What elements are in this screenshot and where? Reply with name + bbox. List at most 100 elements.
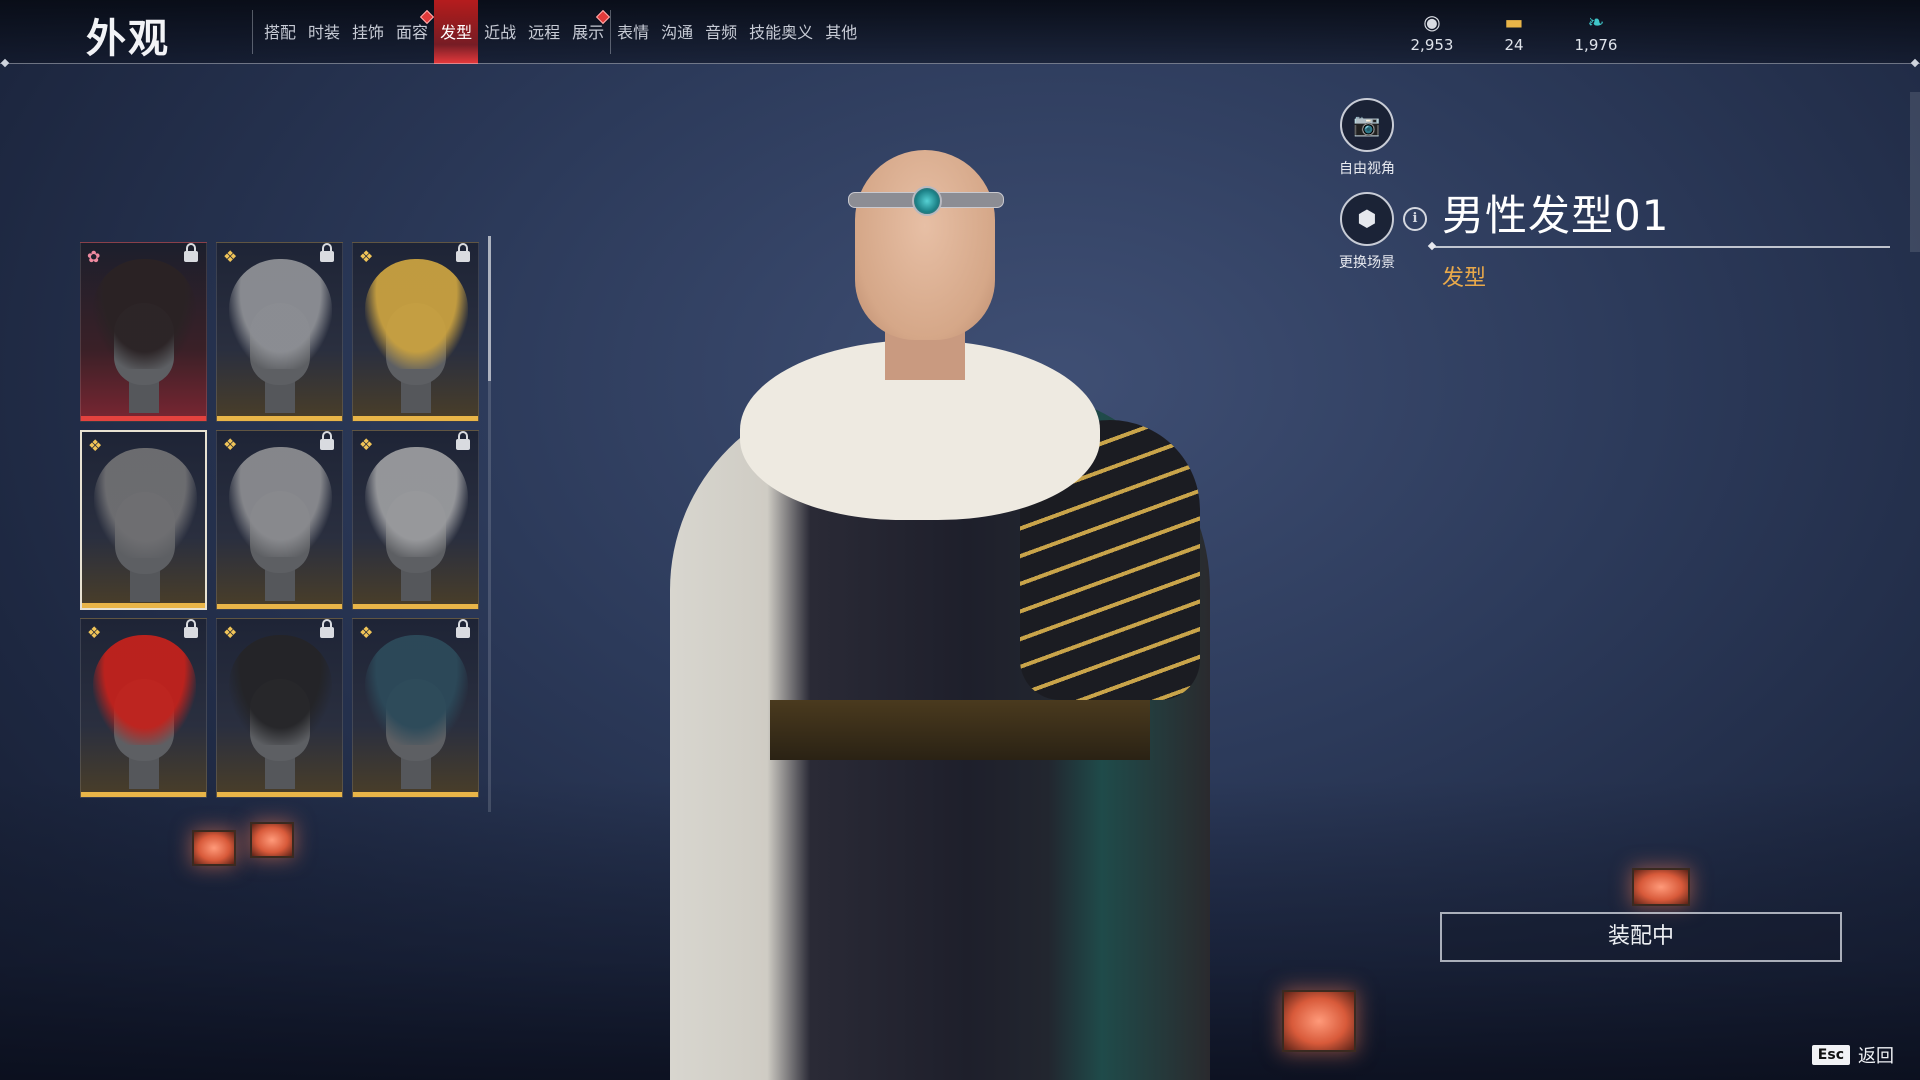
hairstyle-card[interactable]: ❖ [80, 430, 207, 610]
lantern [1632, 868, 1690, 906]
rarity-bar [81, 416, 206, 421]
name-divider [1432, 246, 1890, 248]
back-button[interactable]: Esc 返回 [1811, 1042, 1894, 1068]
hairstyle-preview [229, 447, 332, 557]
divider [252, 10, 253, 54]
rarity-icon: ❖ [223, 247, 238, 266]
tab-label: 音频 [705, 23, 738, 42]
tab-label: 技能奥义 [749, 23, 814, 42]
rarity-bar [81, 792, 206, 797]
character-head [855, 150, 995, 340]
rarity-icon: ❖ [359, 247, 374, 266]
hairstyle-card[interactable]: ❖ [216, 242, 343, 422]
hairstyle-preview [229, 635, 332, 745]
currency-2[interactable]: ❧ 1,976 [1572, 10, 1620, 54]
right-scrollbar[interactable] [1910, 92, 1920, 252]
lock-icon [456, 431, 470, 450]
hairstyle-card[interactable]: ✿ [80, 242, 207, 422]
hairstyle-card[interactable]: ❖ [216, 430, 343, 610]
character-belt [770, 700, 1150, 760]
lock-icon [456, 243, 470, 262]
hairstyle-preview [365, 447, 468, 557]
new-badge-icon [419, 9, 435, 25]
tab-1[interactable]: 时装 [302, 0, 346, 64]
feather-icon: ❧ [1587, 10, 1605, 34]
lock-icon [184, 619, 198, 638]
cube-icon: ⬢ [1340, 192, 1394, 246]
coin-stack-icon: ◉ [1423, 10, 1441, 34]
free-view-button[interactable]: 📷 自由视角 [1322, 98, 1412, 178]
change-scene-label: 更换场景 [1339, 255, 1395, 271]
tab-label: 面容 [396, 23, 429, 42]
rarity-bar [217, 416, 342, 421]
tab-label: 挂饰 [352, 23, 385, 42]
info-icon[interactable]: i [1403, 207, 1427, 231]
tab-10[interactable]: 音频 [699, 0, 743, 64]
hairstyle-card[interactable]: ❖ [216, 618, 343, 798]
hairstyle-card[interactable]: ❖ [352, 618, 479, 798]
hairstyle-preview [94, 448, 197, 558]
top-bar: 外观 搭配 时装 挂饰 面容 发型 近战 远程 展示 表情 沟通 音频 技能奥义 其他 ◉ 2,953 ▬ 2… [0, 0, 1920, 64]
lantern [250, 822, 294, 858]
equipped-button[interactable]: 装配中 [1440, 912, 1842, 962]
tab-label: 表情 [617, 23, 650, 42]
tab-label: 发型 [440, 23, 473, 42]
hairstyle-card[interactable]: ❖ [352, 242, 479, 422]
tab-8[interactable]: 表情 [611, 0, 655, 64]
rarity-bar [217, 604, 342, 609]
new-badge-icon [596, 9, 611, 25]
tab-label: 近战 [484, 23, 517, 42]
flower-rarity-icon: ✿ [87, 247, 101, 266]
hairstyle-card[interactable]: ❖ [80, 618, 207, 798]
rarity-bar [217, 792, 342, 797]
category-tabs: 搭配 时装 挂饰 面容 发型 近战 远程 展示 表情 沟通 音频 技能奥义 其他 [258, 0, 863, 64]
tab-label: 时装 [308, 23, 341, 42]
hairstyle-preview [365, 259, 468, 369]
hairstyle-preview [93, 635, 196, 745]
rarity-icon: ❖ [223, 435, 238, 454]
top-bar-line [0, 63, 1920, 64]
tab-3[interactable]: 面容 [390, 0, 435, 64]
tab-6[interactable]: 远程 [522, 0, 566, 64]
hairstyle-preview [229, 259, 332, 369]
tab-label: 展示 [572, 23, 605, 42]
rarity-bar [82, 603, 205, 608]
rarity-bar [353, 792, 478, 797]
grid-scrollbar[interactable] [488, 236, 491, 812]
tab-11[interactable]: 技能奥义 [743, 0, 819, 64]
hairstyle-preview [365, 635, 468, 745]
currency-0[interactable]: ◉ 2,953 [1408, 10, 1456, 54]
tab-label: 其他 [825, 23, 858, 42]
rarity-icon: ❖ [88, 436, 103, 455]
hairstyle-grid: ✿ ❖ ❖ ❖ ❖ ❖ ❖ ❖ ❖ [80, 242, 479, 798]
currency-1[interactable]: ▬ 24 [1490, 10, 1538, 54]
tab-4[interactable]: 发型 [434, 0, 479, 64]
back-label: 返回 [1858, 1046, 1894, 1067]
tab-12[interactable]: 其他 [819, 0, 863, 64]
currency-value: 2,953 [1410, 36, 1454, 54]
lantern [1282, 990, 1356, 1052]
tab-5[interactable]: 近战 [478, 0, 522, 64]
rarity-bar [353, 604, 478, 609]
rarity-icon: ❖ [223, 623, 238, 642]
lock-icon [456, 619, 470, 638]
currency-value: 24 [1504, 36, 1524, 54]
tab-9[interactable]: 沟通 [655, 0, 699, 64]
circlet-gem [912, 186, 942, 216]
item-category: 发型 [1442, 266, 1487, 291]
change-scene-button[interactable]: ⬢ 更换场景 [1322, 192, 1412, 272]
rarity-icon: ❖ [359, 623, 374, 642]
ticket-icon: ▬ [1504, 10, 1524, 34]
free-view-label: 自由视角 [1339, 161, 1395, 177]
currency-bar: ◉ 2,953 ▬ 24 ❧ 1,976 [1408, 10, 1620, 54]
lock-icon [320, 619, 334, 638]
tab-2[interactable]: 挂饰 [346, 0, 390, 64]
hairstyle-card[interactable]: ❖ [352, 430, 479, 610]
camera-icon: 📷 [1340, 98, 1394, 152]
tab-0[interactable]: 搭配 [258, 0, 302, 64]
tab-7[interactable]: 展示 [566, 0, 611, 64]
tab-label: 远程 [528, 23, 561, 42]
character-model[interactable] [600, 140, 1280, 1080]
scrollbar-thumb[interactable] [488, 236, 491, 381]
lock-icon [320, 243, 334, 262]
